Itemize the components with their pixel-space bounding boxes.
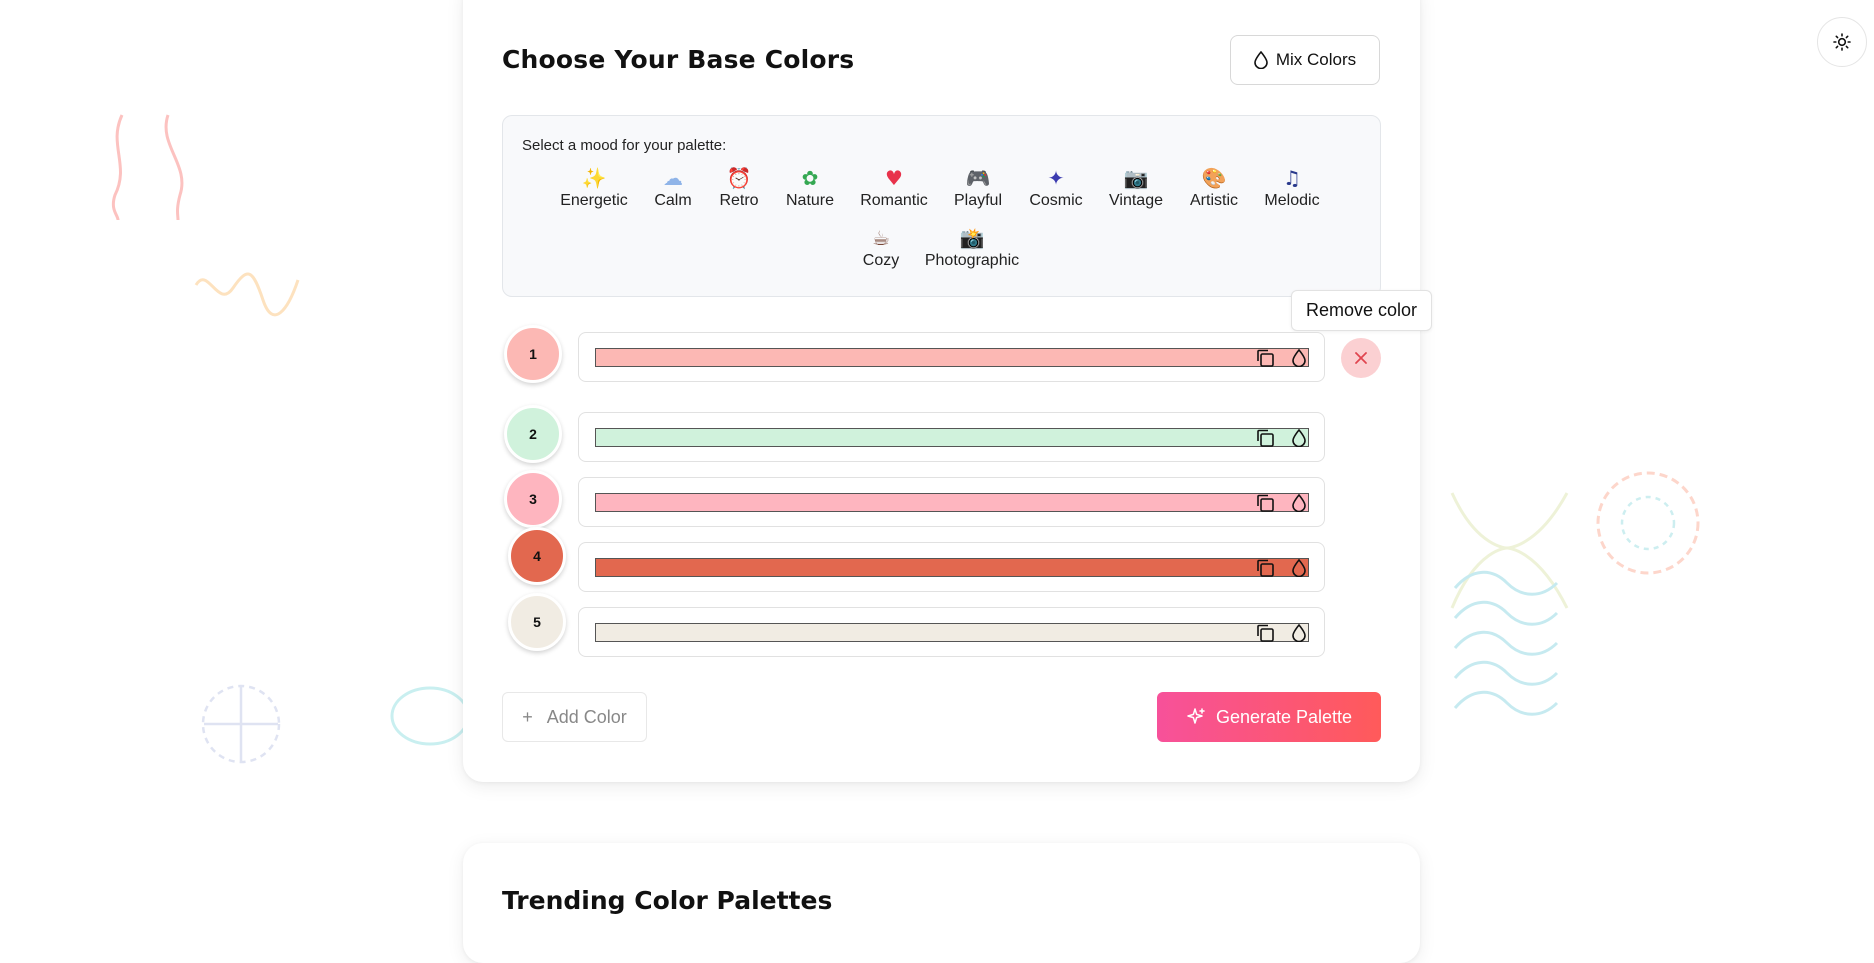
add-color-label: Add Color — [546, 706, 627, 727]
camera-icon: 📷 — [1123, 166, 1149, 190]
droplet-icon[interactable] — [1288, 557, 1310, 579]
cloud-icon: ☁ — [663, 166, 683, 190]
palette-icon: 🎨 — [1201, 166, 1227, 190]
remove-color-tooltip: Remove color — [1291, 290, 1433, 331]
mood-photographic[interactable]: 📸 Photographic — [925, 225, 1019, 270]
color-input[interactable] — [595, 623, 1309, 642]
color-number-badge: 3 — [504, 470, 562, 528]
decorative-crosshair — [201, 684, 281, 764]
mood-calm[interactable]: ☁ Calm — [654, 165, 691, 210]
mood-romantic[interactable]: ♥ Romantic — [860, 165, 928, 210]
droplet-icon[interactable] — [1288, 427, 1310, 449]
copy-icon[interactable] — [1254, 557, 1276, 579]
theme-toggle-button[interactable] — [1817, 17, 1867, 67]
color-input[interactable] — [595, 428, 1309, 447]
mood-retro[interactable]: ⏰ Retro — [719, 165, 758, 210]
section-title: Trending Color Palettes — [502, 886, 833, 915]
droplet-icon — [1254, 51, 1268, 69]
color-row — [578, 542, 1325, 592]
droplet-icon[interactable] — [1288, 347, 1310, 369]
mood-artistic[interactable]: 🎨 Artistic — [1190, 165, 1238, 210]
mood-nature[interactable]: ✿ Nature — [786, 165, 834, 210]
sparkle-icon — [1187, 708, 1205, 724]
copy-icon[interactable] — [1254, 622, 1276, 644]
add-color-button[interactable]: + Add Color — [502, 692, 647, 742]
mood-energetic[interactable]: ✨ Energetic — [560, 165, 628, 210]
page-title: Choose Your Base Colors — [502, 45, 855, 74]
leaf-icon: ✿ — [801, 166, 819, 190]
color-number-badge: 5 — [508, 593, 566, 651]
color-number-badge: 1 — [504, 325, 562, 383]
mug-icon: ☕ — [872, 226, 890, 250]
photo-icon: 📸 — [959, 226, 985, 250]
copy-icon[interactable] — [1254, 427, 1276, 449]
plus-icon: + — [522, 706, 533, 727]
sparkles-icon: ✨ — [581, 166, 607, 190]
droplet-icon[interactable] — [1288, 492, 1310, 514]
droplet-icon[interactable] — [1288, 622, 1310, 644]
color-input[interactable] — [595, 558, 1309, 577]
retro-icon: ⏰ — [726, 166, 752, 190]
music-icon: ♫ — [1283, 166, 1301, 190]
mood-melodic[interactable]: ♫ Melodic — [1264, 165, 1319, 210]
gamepad-icon: 🎮 — [965, 166, 991, 190]
mix-colors-label: Mix Colors — [1275, 50, 1357, 69]
color-row — [578, 477, 1325, 527]
decorative-waves — [1450, 492, 1569, 716]
close-icon — [1355, 352, 1367, 364]
mood-playful[interactable]: 🎮 Playful — [954, 165, 1002, 210]
heart-icon: ♥ — [885, 166, 903, 190]
remove-color-button[interactable] — [1341, 338, 1381, 378]
color-row — [578, 607, 1325, 657]
color-number-badge: 4 — [508, 527, 566, 585]
mood-cozy[interactable]: ☕ Cozy — [863, 225, 899, 270]
decorative-wave — [194, 272, 300, 317]
decorative-squiggle — [111, 114, 184, 221]
cosmic-icon: ✦ — [1047, 166, 1065, 190]
mood-label: Select a mood for your palette: — [522, 137, 727, 154]
decorative-ellipse — [390, 686, 468, 746]
sun-icon — [1833, 33, 1851, 51]
color-input[interactable] — [595, 348, 1309, 367]
mood-cosmic[interactable]: ✦ Cosmic — [1029, 165, 1082, 210]
generate-palette-button[interactable]: Generate Palette — [1157, 692, 1381, 742]
color-input[interactable] — [595, 493, 1309, 512]
color-row — [578, 332, 1325, 382]
decorative-rings — [1596, 471, 1700, 575]
color-row — [578, 412, 1325, 462]
generate-palette-label: Generate Palette — [1215, 706, 1353, 727]
mix-colors-button[interactable]: Mix Colors — [1230, 35, 1380, 85]
mood-vintage[interactable]: 📷 Vintage — [1109, 165, 1163, 210]
copy-icon[interactable] — [1254, 492, 1276, 514]
color-number-badge: 2 — [504, 405, 562, 463]
copy-icon[interactable] — [1254, 347, 1276, 369]
